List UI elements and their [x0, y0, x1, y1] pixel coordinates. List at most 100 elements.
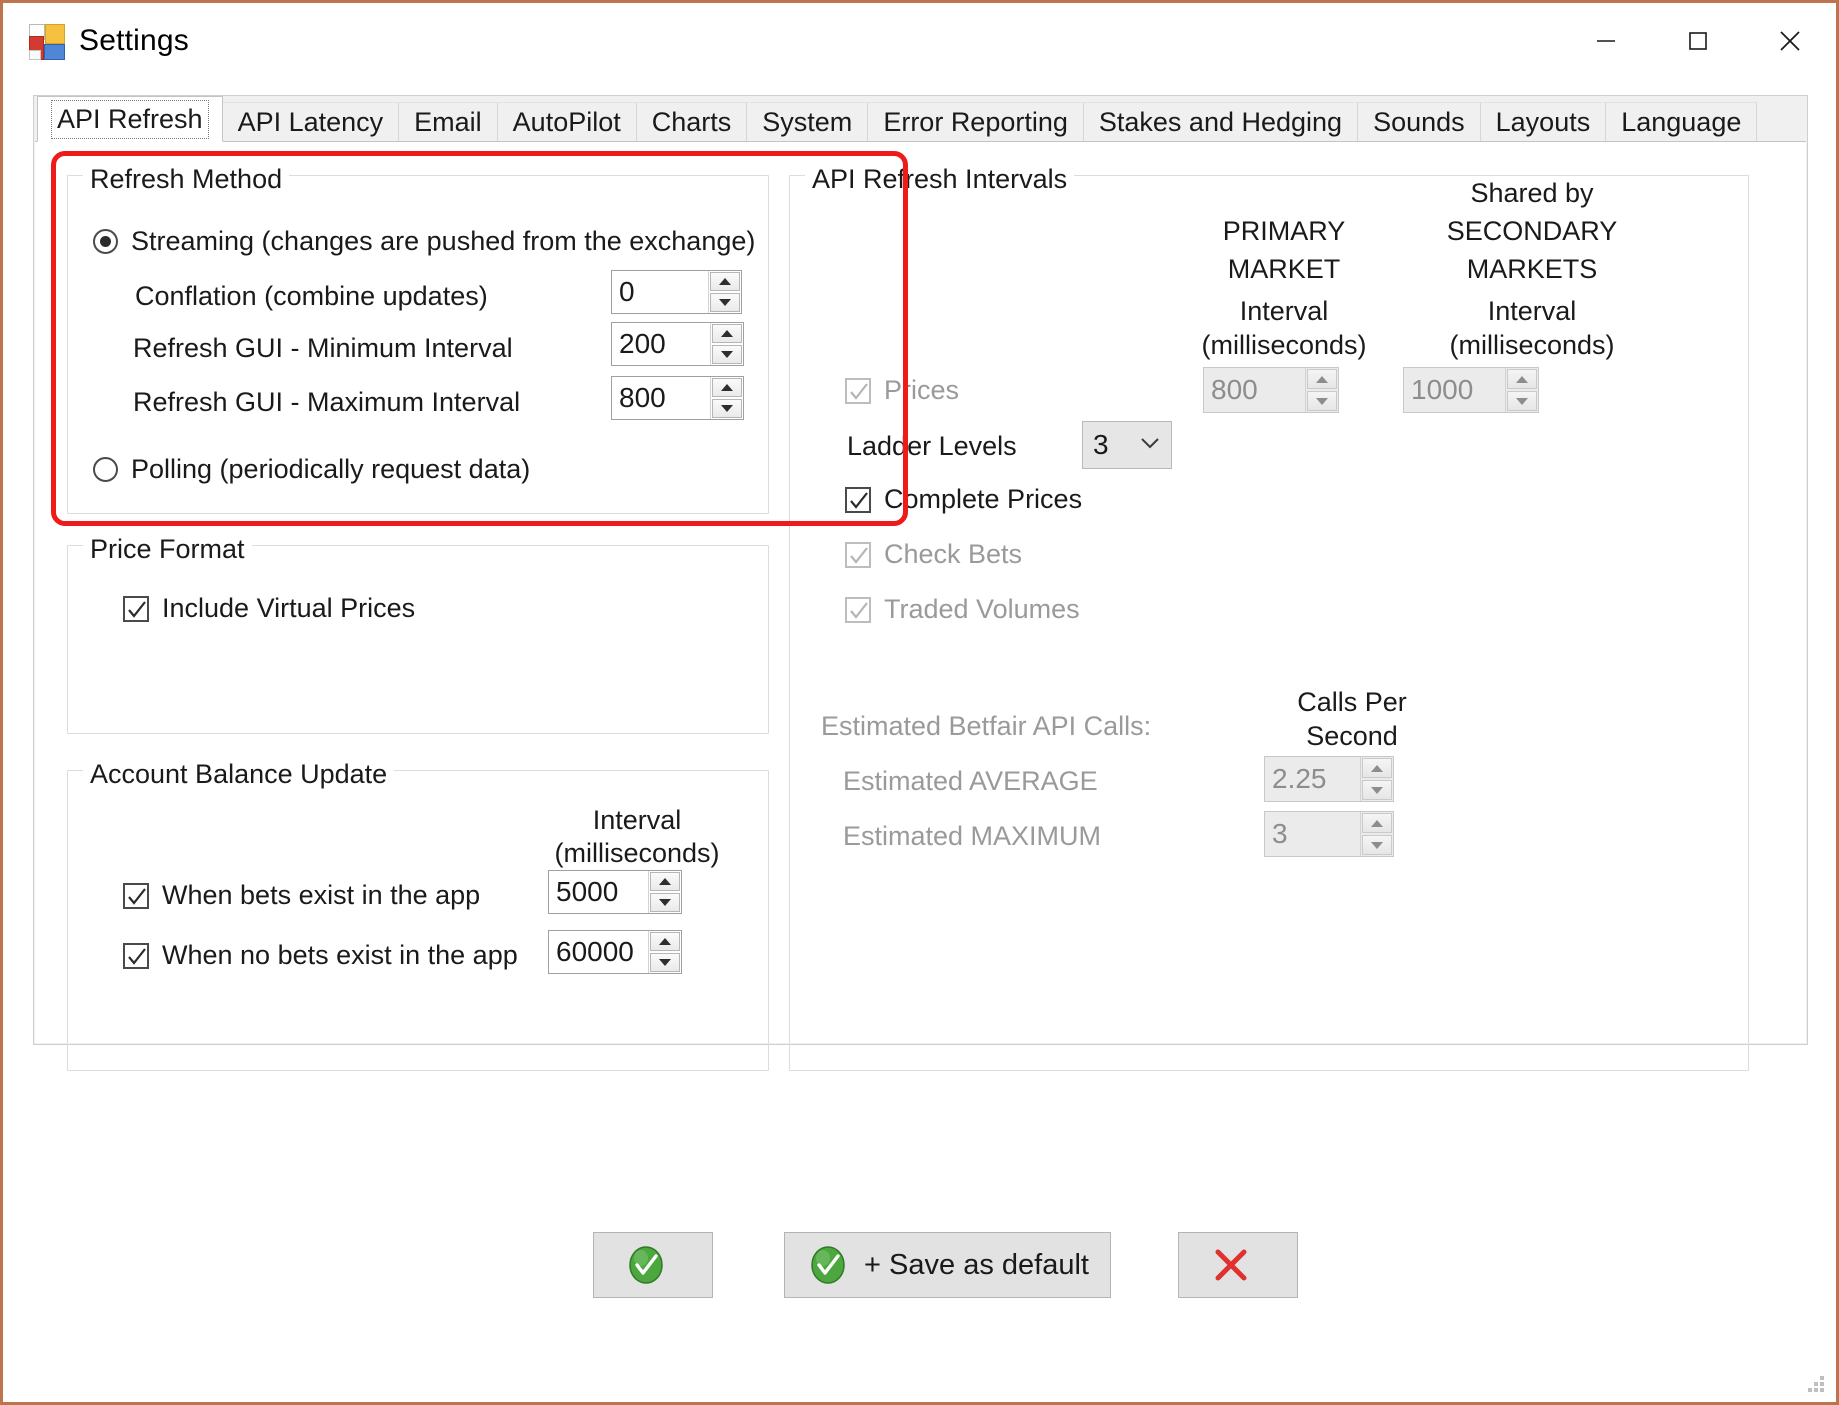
price-format-title: Price Format: [83, 534, 252, 565]
tab-stakes-and-hedging[interactable]: Stakes and Hedging: [1082, 102, 1359, 142]
estimated-average-spinner-down: [1362, 780, 1392, 800]
estimated-average-label: Estimated AVERAGE: [843, 766, 1098, 796]
when-bets-exist-checkbox-indicator: [123, 882, 149, 909]
refresh-gui-min-spinner-down[interactable]: [712, 345, 742, 364]
secondary-markets-header-line3: MARKETS: [1466, 254, 1598, 284]
check-bets-checkbox-indicator: [845, 541, 871, 568]
checkbox-when-bets-exist[interactable]: When bets exist in the app: [123, 880, 480, 911]
window-title: Settings: [79, 24, 189, 57]
tab-error-reporting[interactable]: Error Reporting: [867, 102, 1084, 142]
checkbox-include-virtual-prices[interactable]: Include Virtual Prices: [123, 593, 415, 624]
account-balance-interval-header-line1: Interval: [592, 805, 682, 835]
estimated-maximum-spinner-arrows: [1360, 812, 1393, 856]
tab-charts[interactable]: Charts: [635, 102, 748, 142]
close-button[interactable]: [1744, 3, 1836, 79]
minimize-button[interactable]: [1560, 3, 1652, 79]
refresh-gui-max-spinner-down[interactable]: [712, 399, 742, 418]
ladder-levels-combo[interactable]: 3: [1082, 421, 1172, 469]
ok-button[interactable]: [593, 1232, 713, 1298]
maximize-button[interactable]: [1652, 3, 1744, 79]
when-no-bets-exist-label: When no bets exist in the app: [162, 940, 518, 970]
tab-api-refresh[interactable]: API Refresh: [37, 96, 223, 142]
api-refresh-intervals-group: API Refresh Intervals PRIMARY MARKET Sha…: [789, 164, 1749, 1071]
estimated-maximum-spinner-up: [1362, 813, 1392, 833]
when-no-bets-exist-spinner-up[interactable]: [650, 932, 680, 951]
window-controls: [1560, 3, 1836, 79]
when-bets-exist-spinner[interactable]: 5000: [548, 870, 682, 914]
price-format-group: Price Format Include Virtual Prices: [67, 534, 769, 734]
refresh-gui-min-label: Refresh GUI - Minimum Interval: [133, 333, 513, 363]
title-bar-left: Settings: [3, 24, 189, 60]
prices-primary-spinner-down: [1307, 391, 1337, 411]
conflation-spinner[interactable]: 0: [611, 270, 742, 314]
estimated-average-spinner-up: [1362, 758, 1392, 778]
primary-interval-header: Interval (milliseconds): [1159, 294, 1409, 362]
when-bets-exist-spinner-down[interactable]: [650, 893, 680, 912]
include-virtual-prices-label: Include Virtual Prices: [162, 593, 416, 623]
conflation-spinner-down[interactable]: [710, 293, 740, 312]
calls-per-second-header-line2: Second: [1306, 721, 1398, 751]
tab-api-refresh-label: API Refresh: [51, 99, 209, 139]
checkbox-complete-prices[interactable]: Complete Prices: [845, 484, 1082, 515]
refresh-gui-max-label: Refresh GUI - Maximum Interval: [133, 387, 521, 417]
refresh-method-title: Refresh Method: [83, 164, 290, 195]
refresh-method-body: Streaming (changes are pushed from the e…: [67, 164, 769, 514]
radio-streaming-indicator: [93, 229, 118, 254]
tab-system-label: System: [762, 107, 853, 137]
tab-system[interactable]: System: [746, 102, 869, 142]
when-bets-exist-label: When bets exist in the app: [162, 880, 481, 910]
conflation-value: 0: [619, 276, 635, 307]
tab-autopilot[interactable]: AutoPilot: [496, 102, 637, 142]
dialog-button-bar: + Save as default: [3, 1047, 1836, 1402]
tab-language[interactable]: Language: [1605, 102, 1758, 142]
checkbox-when-no-bets-exist[interactable]: When no bets exist in the app: [123, 940, 518, 971]
green-check-icon: [806, 1243, 850, 1287]
refresh-gui-min-spinner[interactable]: 200: [611, 322, 744, 366]
prices-primary-spinner-arrows: [1305, 368, 1338, 412]
refresh-gui-max-spinner[interactable]: 800: [611, 376, 744, 420]
refresh-method-group: Refresh Method Streaming (changes are pu…: [67, 164, 769, 514]
radio-polling-label: Polling (periodically request data): [131, 454, 531, 484]
radio-polling-indicator: [93, 457, 118, 482]
checkbox-traded-volumes: Traded Volumes: [845, 594, 1080, 625]
conflation-spinner-arrows: [708, 271, 741, 313]
tab-layouts[interactable]: Layouts: [1479, 102, 1607, 142]
secondary-markets-header-line2: SECONDARY: [1446, 216, 1618, 246]
when-no-bets-exist-spinner-down[interactable]: [650, 953, 680, 972]
tab-api-latency[interactable]: API Latency: [221, 102, 400, 142]
refresh-gui-min-spinner-arrows: [710, 323, 743, 365]
radio-polling[interactable]: Polling (periodically request data): [93, 454, 530, 485]
ladder-levels-label: Ladder Levels: [847, 431, 1017, 461]
estimated-maximum-spinner-down: [1362, 835, 1392, 855]
tab-error-reporting-label: Error Reporting: [883, 107, 1068, 137]
conflation-label: Conflation (combine updates): [135, 281, 488, 311]
tab-sounds[interactable]: Sounds: [1357, 102, 1481, 142]
refresh-gui-max-spinner-up[interactable]: [712, 378, 742, 397]
estimated-betfair-api-calls-title: Estimated Betfair API Calls:: [821, 711, 1152, 741]
api-refresh-intervals-body: PRIMARY MARKET Shared by SECONDARY MARKE…: [789, 164, 1749, 1071]
red-x-icon: [1208, 1242, 1254, 1288]
secondary-interval-header-line2: (milliseconds): [1449, 330, 1615, 360]
secondary-interval-header-line1: Interval: [1487, 296, 1577, 326]
refresh-gui-max-spinner-arrows: [710, 377, 743, 419]
when-bets-exist-spinner-up[interactable]: [650, 872, 680, 891]
save-as-default-button[interactable]: + Save as default: [784, 1232, 1111, 1298]
prices-checkbox-indicator: [845, 377, 871, 404]
primary-market-header-line2: MARKET: [1227, 254, 1341, 284]
radio-streaming[interactable]: Streaming (changes are pushed from the e…: [93, 226, 755, 257]
tab-strip: API Refresh API Latency Email AutoPilot …: [34, 96, 1758, 142]
ladder-levels-value: 3: [1093, 429, 1109, 460]
prices-secondary-spinner-up: [1507, 369, 1537, 389]
tab-language-label: Language: [1621, 107, 1742, 137]
conflation-spinner-up[interactable]: [710, 272, 740, 291]
when-no-bets-exist-spinner-arrows: [648, 931, 681, 973]
resize-grip-icon[interactable]: [1808, 1376, 1826, 1394]
when-no-bets-exist-spinner[interactable]: 60000: [548, 930, 682, 974]
settings-app-icon: [29, 24, 65, 60]
tab-email[interactable]: Email: [398, 102, 498, 142]
primary-interval-header-line1: Interval: [1239, 296, 1329, 326]
prices-secondary-interval-spinner: 1000: [1403, 367, 1539, 413]
refresh-gui-min-spinner-up[interactable]: [712, 324, 742, 343]
refresh-gui-min-value: 200: [619, 328, 666, 359]
cancel-button[interactable]: [1178, 1232, 1298, 1298]
